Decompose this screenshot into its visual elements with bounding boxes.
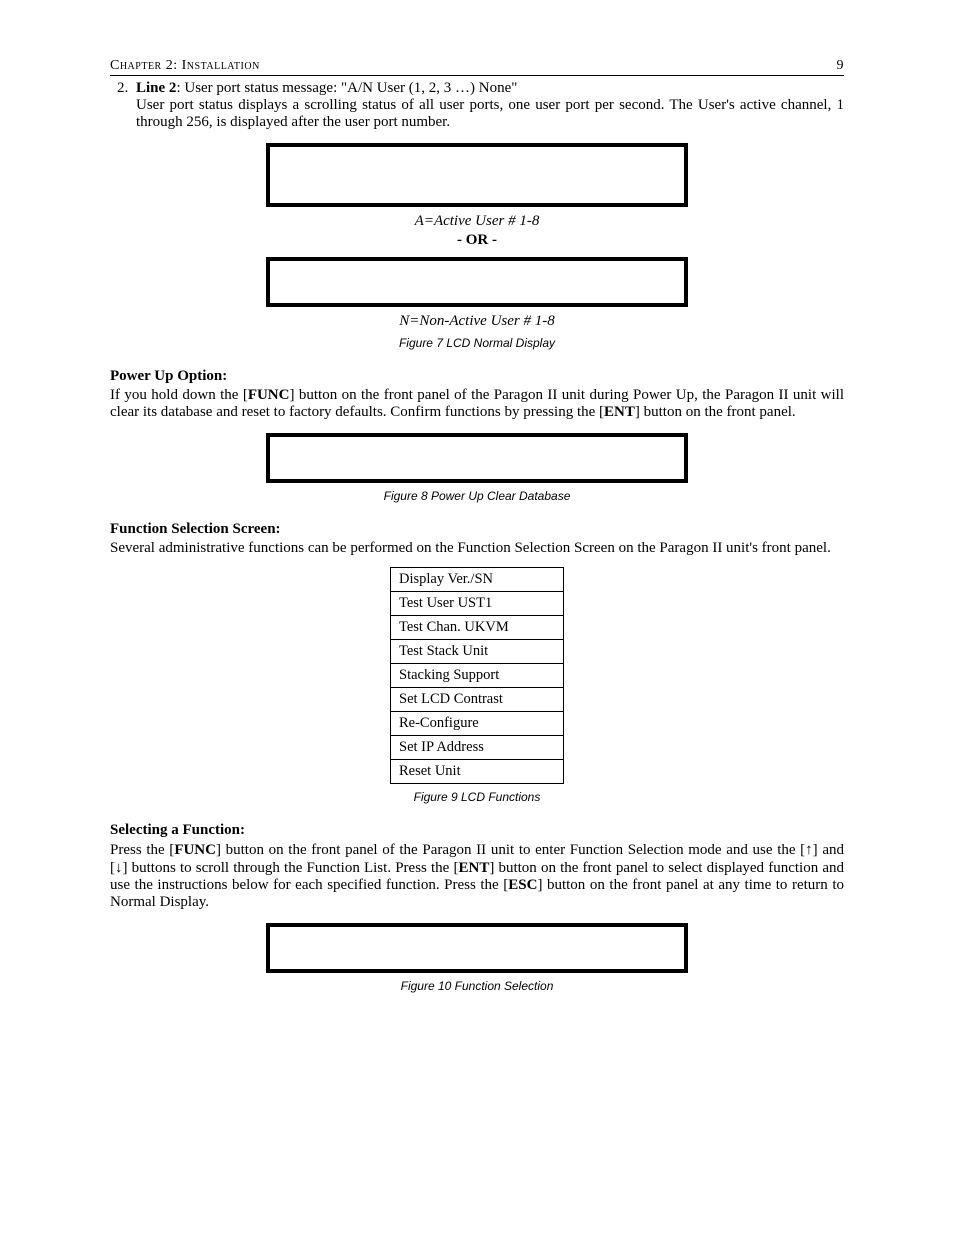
sel-p4: ] buttons to scroll through the Function… (123, 860, 459, 876)
function-table: Display Ver./SN Test User UST1 Test Chan… (390, 567, 564, 784)
header-right: 9 (837, 58, 845, 74)
lcd-box-active (266, 143, 688, 207)
funcsel-text: Several administrative functions can be … (110, 540, 844, 557)
func-item: Display Ver./SN (391, 568, 564, 592)
func-key: FUNC (248, 387, 290, 403)
header-left: Chapter 2: Installation (110, 58, 260, 74)
caption-nonactive-user: N=Non-Active User # 1-8 (110, 313, 844, 330)
line2-label: Line 2 (136, 80, 176, 96)
figure-9-caption: Figure 9 LCD Functions (110, 790, 844, 804)
sel-p2: ] button on the front panel of the Parag… (216, 842, 805, 858)
func-item: Re-Configure (391, 712, 564, 736)
sel-p1: Press the [ (110, 842, 174, 858)
esc-key: ESC (508, 877, 537, 893)
selecting-text: Press the [FUNC] button on the front pan… (110, 841, 844, 911)
selecting-title: Selecting a Function: (110, 822, 844, 839)
powerup-text: If you hold down the [FUNC ] button on th… (110, 387, 844, 421)
ent-key-2: ENT (458, 860, 489, 876)
line2-detail: User port status displays a scrolling st… (136, 97, 844, 130)
line2-item: Line 2: User port status message: "A/N U… (132, 80, 844, 131)
page-header: Chapter 2: Installation 9 (110, 58, 844, 76)
func-item: Test User UST1 (391, 592, 564, 616)
ent-key: ENT (604, 404, 635, 420)
lcd-box-nonactive (266, 257, 688, 307)
func-item: Test Stack Unit (391, 640, 564, 664)
figure-8-caption: Figure 8 Power Up Clear Database (110, 489, 844, 503)
func-key-2: FUNC (174, 842, 216, 858)
func-item: Reset Unit (391, 760, 564, 784)
powerup-pre: If you hold down the [ (110, 387, 248, 403)
figure-10-caption: Figure 10 Function Selection (110, 979, 844, 993)
powerup-post: ] button on the front panel. (635, 404, 796, 420)
line2-intro: : User port status message: "A/N User (1… (176, 80, 517, 96)
caption-or: - OR - (110, 232, 844, 249)
down-arrow-icon: ↓ (115, 859, 123, 876)
func-item: Test Chan. UKVM (391, 616, 564, 640)
powerup-title: Power Up Option: (110, 368, 844, 385)
caption-active-user: A=Active User # 1-8 (110, 213, 844, 230)
lcd-box-funcselect (266, 923, 688, 973)
figure-7-caption: Figure 7 LCD Normal Display (110, 336, 844, 350)
lcd-box-powerup (266, 433, 688, 483)
func-item: Set LCD Contrast (391, 688, 564, 712)
funcsel-title: Function Selection Screen: (110, 521, 844, 538)
func-item: Stacking Support (391, 664, 564, 688)
up-arrow-icon: ↑ (805, 841, 813, 858)
func-item: Set IP Address (391, 736, 564, 760)
